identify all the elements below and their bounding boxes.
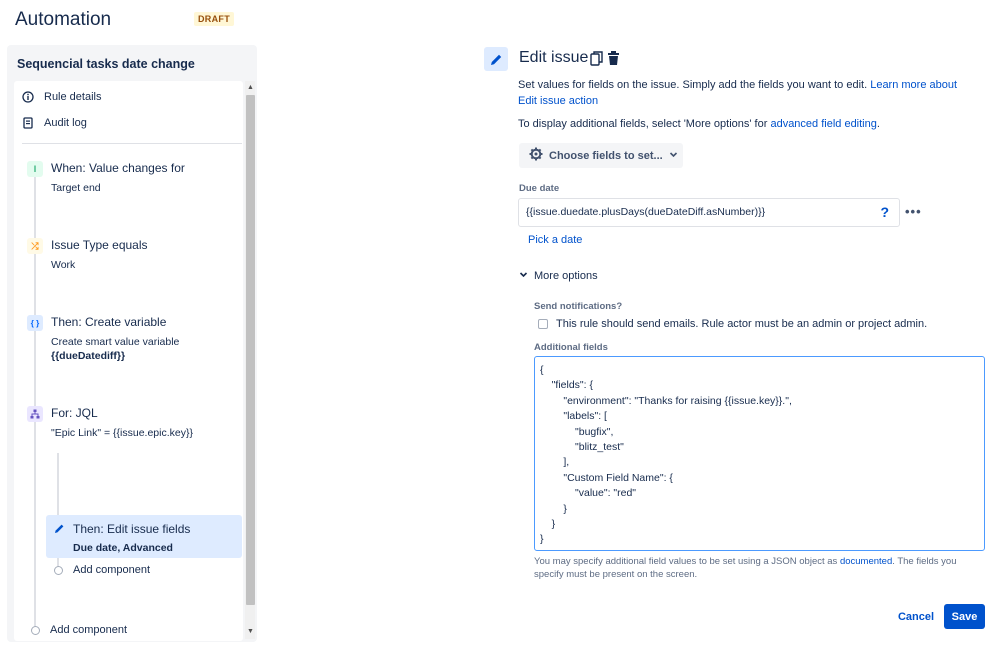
step-title: Then: Create variable bbox=[51, 315, 167, 329]
send-notifications-checkbox[interactable] bbox=[538, 319, 548, 329]
audit-log-link[interactable]: Audit log bbox=[22, 117, 87, 129]
chevron-down-icon bbox=[519, 270, 528, 282]
document-icon bbox=[22, 117, 34, 129]
due-date-input[interactable]: {{issue.duedate.plusDays(dueDateDiff.asN… bbox=[518, 198, 900, 227]
circle-icon bbox=[31, 625, 40, 635]
pencil-icon bbox=[54, 523, 65, 537]
due-date-value: {{issue.duedate.plusDays(dueDateDiff.asN… bbox=[526, 206, 766, 218]
add-component-button[interactable]: Add component bbox=[31, 624, 127, 636]
delete-icon[interactable] bbox=[607, 51, 620, 69]
additional-fields-label: Additional fields bbox=[534, 342, 608, 353]
step-subtitle: "Epic Link" = {{issue.epic.key}} bbox=[51, 427, 194, 439]
action-title: Edit issue bbox=[519, 49, 589, 66]
send-notifications-text: This rule should send emails. Rule actor… bbox=[556, 318, 928, 330]
scroll-down-icon[interactable]: ▼ bbox=[246, 627, 255, 637]
branch-icon bbox=[27, 406, 43, 422]
action-description: Set values for fields on the issue. Simp… bbox=[518, 78, 978, 109]
documented-link[interactable]: documented bbox=[840, 556, 892, 567]
add-component-label: Add component bbox=[50, 624, 128, 636]
step-title: When: Value changes for bbox=[51, 161, 185, 175]
add-component-label: Add component bbox=[73, 564, 151, 576]
step-title: For: JQL bbox=[51, 406, 98, 420]
due-date-label: Due date bbox=[519, 183, 560, 194]
save-button[interactable]: Save bbox=[944, 604, 985, 629]
send-notifications-label: Send notifications? bbox=[534, 301, 623, 312]
step-title: Issue Type equals bbox=[51, 238, 148, 252]
step-subtitle: Create smart value variable bbox=[51, 336, 180, 348]
hint-end: . bbox=[876, 118, 880, 130]
scrollbar-thumb[interactable] bbox=[246, 95, 255, 605]
condition-icon: ⤮ bbox=[27, 238, 43, 254]
additional-fields-note: You may specify additional field values … bbox=[534, 556, 984, 581]
circle-icon bbox=[54, 565, 63, 575]
trigger-icon: I bbox=[27, 161, 43, 177]
audit-log-label: Audit log bbox=[44, 117, 87, 129]
add-component-branch-button[interactable]: Add component bbox=[54, 564, 150, 576]
rule-details-label: Rule details bbox=[44, 91, 102, 103]
chevron-down-icon bbox=[669, 150, 678, 162]
choose-fields-button[interactable]: Choose fields to set... bbox=[519, 143, 683, 168]
step-variable-name: {{dueDatediff}} bbox=[51, 350, 126, 362]
rule-name: Sequencial tasks date change bbox=[17, 57, 195, 71]
step-subtitle: Due date, Advanced bbox=[73, 542, 173, 554]
rule-details-link[interactable]: Rule details bbox=[22, 91, 101, 103]
edit-issue-step[interactable]: Then: Edit issue fields Due date, Advanc… bbox=[46, 515, 242, 558]
send-notifications-row[interactable]: This rule should send emails. Rule actor… bbox=[538, 318, 927, 330]
pick-a-date-link[interactable]: Pick a date bbox=[528, 234, 582, 246]
more-actions-icon[interactable]: ••• bbox=[905, 204, 922, 219]
more-options-toggle[interactable]: More options bbox=[519, 270, 598, 282]
help-icon[interactable]: ? bbox=[880, 205, 889, 220]
description-text: Set values for fields on the issue. Simp… bbox=[518, 79, 871, 91]
note-text: You may specify additional field values … bbox=[534, 556, 840, 567]
info-icon bbox=[22, 91, 34, 103]
step-title: Then: Edit issue fields bbox=[73, 522, 191, 536]
hint-text: To display additional fields, select 'Mo… bbox=[518, 118, 771, 130]
edit-action-icon bbox=[484, 47, 508, 71]
gear-icon bbox=[529, 147, 543, 164]
title-actions bbox=[590, 51, 620, 69]
step-subtitle: Work bbox=[51, 259, 76, 271]
rule-component-list: Rule details Audit log I When: Value cha… bbox=[14, 81, 243, 641]
step-subtitle: Target end bbox=[51, 182, 101, 194]
more-options-label: More options bbox=[534, 270, 598, 282]
page-title: Automation bbox=[15, 9, 112, 30]
advanced-hint: To display additional fields, select 'Mo… bbox=[518, 118, 880, 130]
variable-icon: { } bbox=[27, 315, 43, 331]
draft-badge: DRAFT bbox=[194, 12, 234, 26]
additional-fields-textarea[interactable]: { "fields": { "environment": "Thanks for… bbox=[534, 356, 985, 551]
rule-panel: Sequencial tasks date change Rule detail… bbox=[7, 45, 257, 642]
divider bbox=[22, 143, 242, 144]
scroll-up-icon[interactable]: ▲ bbox=[246, 83, 255, 93]
scrollbar[interactable]: ▲ ▼ bbox=[245, 81, 255, 639]
copy-icon[interactable] bbox=[590, 51, 603, 69]
advanced-field-editing-link[interactable]: advanced field editing bbox=[770, 118, 876, 130]
choose-fields-label: Choose fields to set... bbox=[549, 149, 663, 162]
cancel-button[interactable]: Cancel bbox=[890, 604, 942, 629]
